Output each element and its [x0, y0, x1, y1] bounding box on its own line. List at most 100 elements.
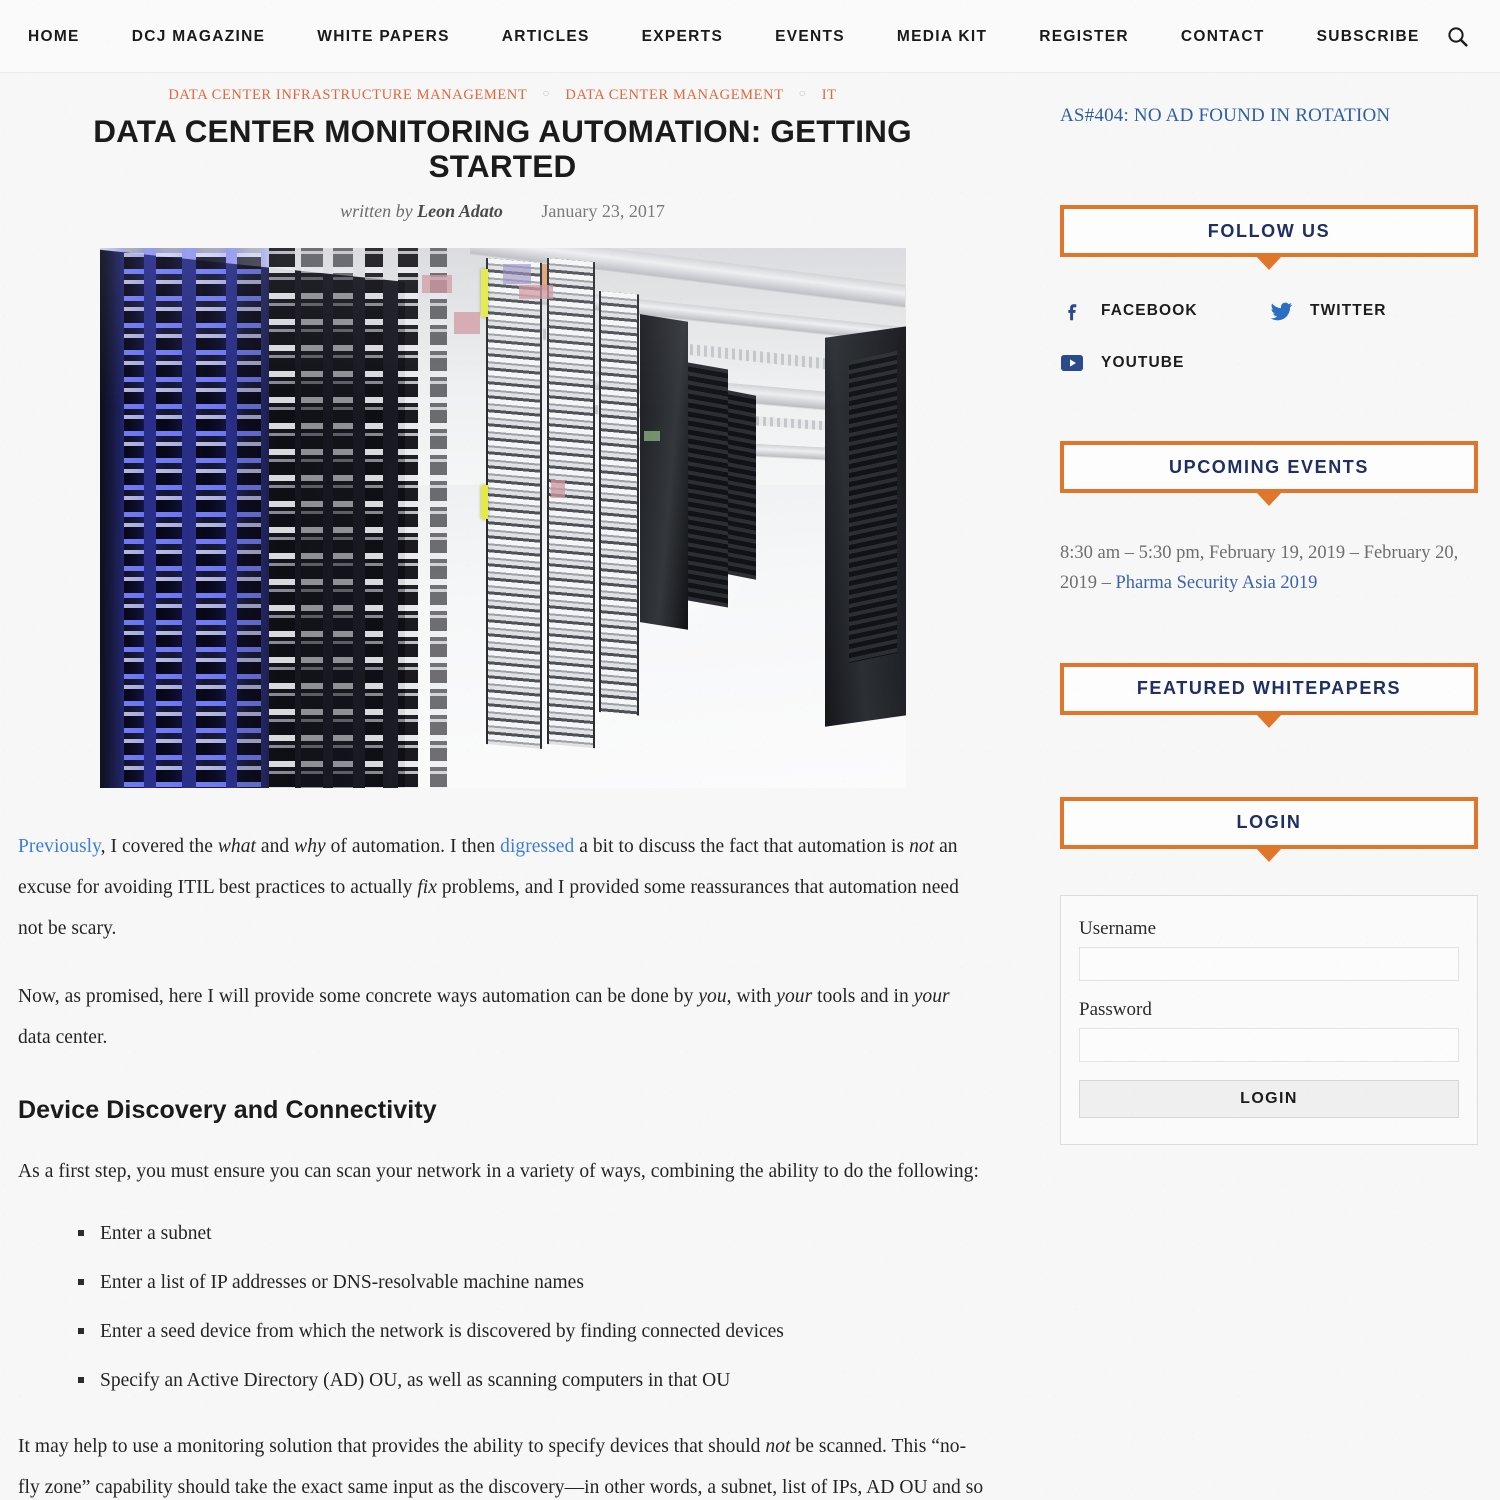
pink-marker — [518, 285, 553, 300]
yellow-marker — [480, 485, 488, 520]
nav-item-experts[interactable]: EXPERTS — [642, 22, 723, 52]
capabilities-list: Enter a subnet Enter a list of IP addres… — [18, 1219, 987, 1396]
event-entry: 8:30 am – 5:30 pm, February 19, 2019 – F… — [1060, 539, 1478, 599]
text: a bit to discuss the fact that automatio… — [574, 835, 910, 857]
widget-title-login: LOGIN — [1060, 796, 1478, 849]
drive-column — [365, 247, 384, 788]
widget-title-text: UPCOMING EVENTS — [1168, 456, 1370, 477]
main-navigation: HOME DCJ MAGAZINE WHITE PAPERS ARTICLES … — [0, 0, 1500, 73]
text: data center. — [18, 1026, 108, 1048]
breadcrumb-item-dcim[interactable]: DATA CENTER INFRASTRUCTURE MANAGEMENT — [168, 87, 527, 103]
author-name[interactable]: Leon Adato — [417, 201, 503, 221]
username-label: Username — [1079, 917, 1157, 939]
text: , with — [726, 985, 777, 1007]
login-button[interactable]: LOGIN — [1079, 1079, 1459, 1118]
widget-title-text: LOGIN — [1236, 812, 1302, 833]
pink-marker — [454, 312, 481, 335]
page-title: DATA CENTER MONITORING AUTOMATION: GETTI… — [93, 113, 912, 185]
widget-follow-us: FOLLOW US FACEBOOK TWITTER YOUTUBE — [1060, 205, 1478, 375]
social-link-youtube[interactable]: YOUTUBE — [1060, 351, 1269, 375]
list-item: Specify an Active Directory (AD) OU, as … — [78, 1366, 987, 1395]
nav-item-home[interactable]: HOME — [28, 22, 80, 52]
text: , I covered the — [100, 835, 218, 857]
breadcrumb-separator-icon: ○ — [798, 86, 807, 100]
emphasis-fix: fix — [417, 876, 437, 898]
nav-item-subscribe[interactable]: SUBSCRIBE — [1317, 22, 1420, 52]
drive-column — [268, 247, 295, 788]
emphasis-your: your — [776, 985, 813, 1007]
widget-upcoming-events: UPCOMING EVENTS 8:30 am – 5:30 pm, Febru… — [1060, 441, 1478, 599]
text: tools and in — [812, 985, 914, 1007]
site-header: HOME DCJ MAGAZINE WHITE PAPERS ARTICLES … — [0, 0, 1500, 73]
written-by-label: written by — [340, 200, 413, 221]
link-digressed[interactable]: digressed — [500, 836, 574, 857]
article-paragraph-4: It may help to use a monitoring solution… — [18, 1426, 987, 1500]
sidebar: AS#404: NO AD FOUND IN ROTATION FOLLOW U… — [1005, 87, 1500, 1185]
widget-title-upcoming-events: UPCOMING EVENTS — [1060, 441, 1478, 493]
publish-date: January 23, 2017 — [541, 200, 665, 221]
breadcrumb-item-dcm[interactable]: DATA CENTER MANAGEMENT — [565, 87, 783, 103]
drive-column — [397, 247, 418, 788]
rack-white — [486, 258, 543, 750]
social-label: TWITTER — [1310, 302, 1387, 319]
far-cabinet — [728, 390, 757, 580]
nav-item-dcj-magazine[interactable]: DCJ MAGAZINE — [132, 22, 266, 52]
far-cabinet — [639, 313, 688, 630]
emphasis-not: not — [909, 835, 935, 857]
text: It may help to use a monitoring solution… — [18, 1435, 766, 1457]
section-heading: Device Discovery and Connectivity — [18, 1096, 437, 1125]
text: and — [255, 835, 295, 857]
social-link-twitter[interactable]: TWITTER — [1269, 299, 1478, 323]
led-column — [123, 247, 144, 788]
led-column — [236, 247, 261, 788]
password-input[interactable] — [1079, 1027, 1459, 1062]
nav-item-media-kit[interactable]: MEDIA KIT — [897, 22, 987, 52]
social-label: YOUTUBE — [1101, 354, 1185, 371]
article-paragraph-2: Now, as promised, here I will provide so… — [18, 976, 987, 1059]
youtube-icon — [1060, 351, 1084, 375]
nav-item-white-papers[interactable]: WHITE PAPERS — [317, 22, 449, 52]
pink-marker — [550, 479, 565, 498]
led-column — [196, 247, 227, 788]
emphasis-what: what — [217, 835, 256, 857]
nav-item-events[interactable]: EVENTS — [775, 22, 845, 52]
article-paragraph-3: As a first step, you must ensure you can… — [18, 1161, 979, 1183]
breadcrumb-separator-icon: ○ — [542, 86, 551, 100]
event-link[interactable]: Pharma Security Asia 2019 — [1116, 573, 1318, 593]
drive-column — [333, 247, 354, 788]
purple-marker — [502, 263, 531, 284]
text: Now, as promised, here I will provide so… — [18, 985, 699, 1007]
social-label: FACEBOOK — [1101, 302, 1198, 319]
widget-title-featured-whitepapers: FEATURED WHITEPAPERS — [1060, 662, 1478, 715]
drive-column — [429, 247, 447, 788]
ad-slot-notice: AS#404: NO AD FOUND IN ROTATION — [1060, 105, 1391, 126]
drive-column — [301, 247, 323, 788]
link-previously[interactable]: Previously — [18, 836, 101, 857]
widget-title-text: FOLLOW US — [1207, 220, 1331, 241]
far-cabinet — [849, 350, 898, 664]
datacenter-scene — [99, 247, 906, 788]
login-form: Username Password LOGIN — [1060, 894, 1478, 1145]
led-column — [155, 247, 182, 788]
green-marker — [643, 431, 660, 442]
facebook-icon — [1060, 299, 1084, 323]
widget-title-follow-us: FOLLOW US — [1060, 205, 1478, 257]
nav-item-articles[interactable]: ARTICLES — [502, 22, 590, 52]
rack-white — [599, 290, 640, 716]
article-column: DATA CENTER INFRASTRUCTURE MANAGEMENT ○ … — [0, 86, 1005, 1500]
nav-item-contact[interactable]: CONTACT — [1181, 22, 1265, 52]
text: of automation. I then — [325, 835, 501, 857]
password-label: Password — [1079, 998, 1152, 1020]
far-cabinet — [687, 362, 729, 608]
social-link-facebook[interactable]: FACEBOOK — [1060, 299, 1269, 323]
search-icon[interactable] — [1440, 20, 1474, 54]
nav-item-register[interactable]: REGISTER — [1039, 22, 1129, 52]
breadcrumb-item-it[interactable]: IT — [822, 87, 837, 103]
list-item: Enter a subnet — [78, 1219, 987, 1248]
page-layout: DATA CENTER INFRASTRUCTURE MANAGEMENT ○ … — [0, 73, 1500, 1500]
breadcrumb: DATA CENTER INFRASTRUCTURE MANAGEMENT ○ … — [18, 86, 987, 104]
article-byline: written by Leon Adato January 23, 2017 — [18, 201, 987, 222]
yellow-marker — [480, 269, 488, 318]
username-input[interactable] — [1079, 946, 1459, 981]
twitter-icon — [1269, 299, 1293, 323]
